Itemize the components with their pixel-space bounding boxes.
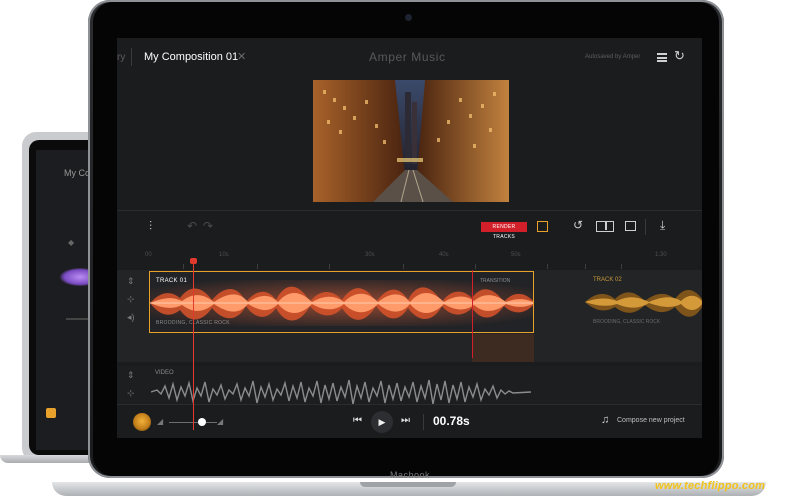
compose-new-project-button[interactable]: Compose new project (617, 417, 685, 424)
ruler-tick (585, 264, 586, 269)
render-tracks-button[interactable]: RENDER TRACKS (481, 222, 527, 240)
undo-icon[interactable]: ↶ (187, 219, 197, 233)
autosave-status: Autosaved by Amper (585, 54, 641, 60)
city-street-image (313, 80, 509, 202)
app-screen: ry My Composition 01 ✕ Amper Music Autos… (117, 38, 702, 438)
expand-icon[interactable]: ⊹ (127, 294, 135, 305)
ruler-tick-label: 00 (145, 252, 152, 258)
ruler-tick (183, 264, 184, 269)
playback-time: 00.78s (433, 414, 470, 428)
skip-back-button[interactable]: ⏮ (353, 415, 362, 426)
skip-forward-button[interactable]: ⏭ (401, 415, 410, 426)
transport-divider (423, 414, 424, 430)
video-preview[interactable] (313, 80, 509, 202)
ruler-tick (257, 264, 258, 269)
track-02-label: TRACK 02 (593, 277, 622, 283)
background-sub-label: ◆ (68, 238, 75, 247)
track-02-genre-tag: BROODING, CLASSIC ROCK (593, 319, 661, 325)
close-tab-icon[interactable]: ✕ (237, 50, 246, 63)
resize-handle-icon[interactable]: ⇕ (127, 276, 135, 287)
breadcrumb-previous[interactable]: ry (117, 52, 125, 63)
volume-low-icon: ◢ (157, 417, 164, 426)
playhead[interactable] (193, 262, 194, 430)
mixer-icon[interactable]: ⫶ (149, 219, 152, 234)
app-title: Amper Music (369, 50, 446, 64)
app-header: ry My Composition 01 ✕ Amper Music Autos… (117, 38, 702, 76)
split-view-icon[interactable] (596, 221, 614, 232)
ruler-tick (475, 264, 476, 269)
background-divider (66, 318, 90, 320)
ruler-tick-label: 40s (439, 252, 449, 258)
background-avatar (46, 408, 56, 418)
ruler-tick (403, 264, 404, 269)
music-track: ⇕ ⊹ ◂) TRACK 01 TRANSITION BROODING, CLA… (117, 270, 702, 362)
watermark: www.techflippo.com (655, 480, 766, 492)
film-icon[interactable] (537, 221, 548, 232)
laptop-notch (360, 482, 456, 487)
composition-tab-title[interactable]: My Composition 01 (144, 51, 238, 63)
timeline-ruler[interactable]: 00 10s 30s 40s 50s 1:30 (117, 248, 702, 270)
transition-region[interactable] (472, 334, 534, 362)
music-note-icon[interactable]: ♫ (601, 414, 609, 426)
track-01-clip[interactable]: TRACK 01 TRANSITION BROODING, CLASSIC RO… (149, 271, 534, 333)
transport-bar: ◢ ◢ ⏮ ▶ ⏭ 00.78s ♫ Compose new project (117, 404, 702, 438)
track-02-clip[interactable]: TRACK 02 BROODING, CLASSIC ROCK (585, 271, 702, 333)
video-resize-icon[interactable]: ⇕ (127, 370, 135, 381)
ruler-tick (621, 264, 622, 269)
volume-icon[interactable]: ◂) (127, 312, 135, 323)
video-expand-icon[interactable]: ⊹ (127, 388, 135, 399)
background-composition-title: My Co (64, 168, 91, 178)
redo-icon[interactable]: ↷ (203, 219, 213, 233)
video-track-label: VIDEO (155, 370, 174, 376)
video-audio-waveform (151, 379, 531, 405)
ruler-tick-label: 30s (365, 252, 375, 258)
ruler-tick (329, 264, 330, 269)
laptop-brand-label: Macbook (389, 470, 431, 480)
track-01-label: TRACK 01 (156, 278, 188, 284)
hamburger-menu-icon[interactable] (657, 53, 667, 62)
transition-marker[interactable] (472, 270, 473, 358)
ruler-tick-label: 50s (511, 252, 521, 258)
transition-label: TRANSITION (480, 278, 511, 284)
editor-toolbar: ⫶ ↶ ↷ RENDER TRACKS ↺ ⤓ (117, 210, 702, 242)
breadcrumb-divider (131, 48, 132, 66)
play-button[interactable]: ▶ (371, 411, 393, 433)
volume-high-icon: ◢ (217, 417, 224, 426)
loop-icon[interactable]: ↺ (573, 218, 583, 232)
ruler-tick (547, 264, 548, 269)
video-track: ⇕ ⊹ VIDEO (117, 366, 702, 406)
toolbar-divider (645, 219, 646, 235)
ruler-tick-label: 1:30 (655, 252, 667, 258)
history-icon[interactable]: ↻ (674, 48, 685, 64)
image-icon[interactable] (625, 221, 636, 231)
user-avatar[interactable] (133, 413, 151, 431)
export-icon[interactable]: ⤓ (660, 218, 665, 233)
ruler-tick-label: 10s (219, 252, 229, 258)
camera-icon (405, 14, 412, 21)
volume-slider-handle[interactable] (198, 418, 206, 426)
